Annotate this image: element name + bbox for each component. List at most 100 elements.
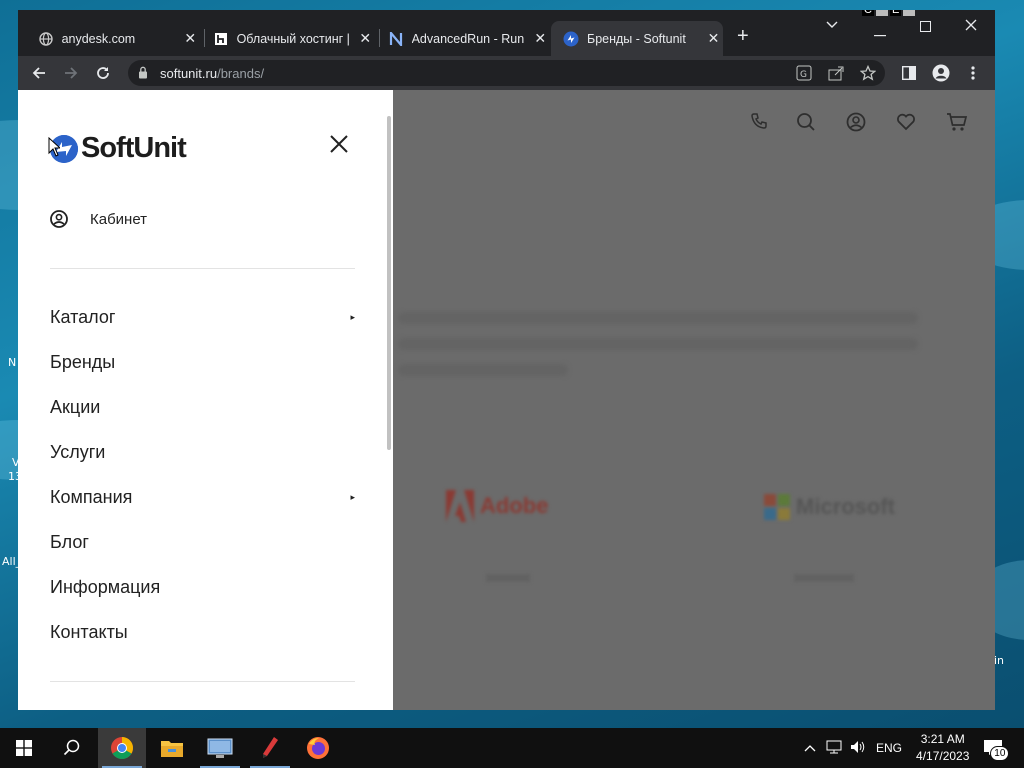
blurred-text-line (398, 364, 568, 376)
taskbar-app[interactable] (196, 728, 244, 768)
brand-logo-microsoft[interactable]: Microsoft (764, 494, 895, 520)
share-icon[interactable] (828, 65, 844, 84)
tab-hosting[interactable]: Облачный хостинг | ✕ (201, 21, 375, 56)
taskbar-app[interactable] (294, 728, 342, 768)
clock-date: 4/17/2023 (916, 749, 970, 763)
close-menu-icon[interactable] (329, 134, 349, 154)
brand-logo-adobe[interactable]: Adobe (446, 490, 548, 522)
address-bar[interactable]: softunit.ru/brands/ G (128, 60, 885, 86)
overlay-letter: E (889, 10, 902, 16)
forward-icon[interactable] (60, 62, 82, 84)
tab-title: anydesk.com (61, 31, 136, 46)
tab-strip: anydesk.com ✕ Облачный хостинг | ✕ Advan… (18, 10, 995, 56)
menu-kebab-icon[interactable] (962, 62, 984, 84)
softunit-icon (563, 31, 579, 47)
search-button[interactable] (48, 728, 96, 768)
user-circle-icon (50, 210, 68, 228)
n-logo-icon (388, 31, 404, 47)
menu-item-services[interactable]: Услуги (50, 439, 355, 465)
menu-item-label: Акции (50, 396, 101, 417)
clock[interactable]: 3:21 AM 4/17/2023 (916, 731, 969, 765)
desktop-text-fragment: N (8, 356, 17, 369)
cabinet-link[interactable]: Кабинет (50, 210, 147, 228)
lock-icon (138, 66, 148, 84)
overlay-indicator: C E (862, 10, 916, 16)
blurred-text-line (398, 338, 918, 350)
firefox-icon (307, 737, 329, 759)
browser-window: anydesk.com ✕ Облачный хостинг | ✕ Advan… (18, 10, 995, 710)
tab-advancedrun[interactable]: AdvancedRun - Run ✕ (376, 21, 550, 56)
adobe-icon (446, 490, 474, 522)
cart-icon[interactable] (946, 112, 968, 137)
svg-text:G: G (800, 70, 807, 80)
url-host: softunit.ru (160, 66, 218, 81)
search-icon (63, 739, 80, 756)
menu-item-information[interactable]: Информация (50, 574, 355, 600)
back-icon[interactable] (28, 62, 50, 84)
hosting-icon (213, 31, 229, 47)
logo-text: SoftUnit (81, 132, 187, 164)
menu-item-label: Бренды (50, 351, 116, 372)
brand-caption (486, 574, 530, 582)
minimize-icon[interactable] (874, 24, 886, 40)
menu-item-brands[interactable]: Бренды (50, 349, 355, 375)
heart-icon[interactable] (896, 112, 916, 137)
site-logo[interactable]: SoftUnit (50, 132, 187, 165)
overlay-letter: C (862, 10, 874, 16)
taskbar-app[interactable] (148, 728, 196, 768)
side-panel-icon[interactable] (898, 62, 920, 84)
divider (50, 268, 355, 269)
submenu-arrow-icon: ▸ (350, 311, 355, 322)
translate-icon[interactable]: G (796, 65, 812, 84)
close-tab-icon[interactable]: ✕ (531, 30, 550, 47)
menu-item-label: Услуги (50, 441, 106, 462)
search-icon[interactable] (796, 112, 816, 137)
menu-item-label: Информация (50, 576, 161, 597)
close-tab-icon[interactable]: ✕ (181, 30, 200, 47)
volume-icon[interactable] (850, 740, 866, 757)
reload-icon[interactable] (92, 62, 114, 84)
close-tab-icon[interactable]: ✕ (356, 30, 375, 47)
tab-search-icon[interactable] (826, 16, 838, 32)
menu-item-contacts[interactable]: Контакты (50, 619, 355, 645)
notifications-icon[interactable]: 10 (983, 739, 1010, 761)
chevron-up-icon[interactable] (804, 741, 816, 755)
tab-title: Облачный хостинг | (236, 31, 350, 46)
new-tab-button[interactable]: + (737, 25, 749, 48)
account-icon[interactable] (846, 112, 866, 137)
start-button[interactable] (0, 728, 48, 768)
menu-item-promotions[interactable]: Акции (50, 394, 355, 420)
desktop-text-fragment: in (994, 654, 1005, 667)
tab-anydesk[interactable]: anydesk.com ✕ (26, 21, 200, 56)
drawer-scrollbar[interactable] (387, 116, 391, 450)
menu-item-label: Каталог (50, 306, 116, 327)
close-window-icon[interactable] (965, 18, 977, 34)
taskbar: ENG 3:21 AM 4/17/2023 10 (0, 728, 1024, 768)
brand-name: Adobe (480, 493, 549, 518)
blurred-text-line (398, 312, 918, 324)
phone-icon[interactable] (750, 112, 768, 135)
network-icon[interactable] (826, 740, 842, 757)
tab-title: Бренды - Softunit (587, 31, 686, 46)
maximize-icon[interactable] (920, 19, 931, 35)
taskbar-app[interactable] (98, 728, 146, 768)
mouse-cursor-icon (48, 137, 60, 157)
url-text: softunit.ru/brands/ (160, 66, 264, 81)
profile-icon[interactable] (930, 62, 952, 84)
tab-softunit[interactable]: Бренды - Softunit ✕ (551, 21, 723, 56)
menu-item-blog[interactable]: Блог (50, 529, 355, 555)
taskbar-app[interactable] (246, 728, 294, 768)
menu-item-catalog[interactable]: Каталог ▸ (50, 304, 355, 330)
pen-app-icon (263, 737, 278, 758)
browser-toolbar: softunit.ru/brands/ G (18, 56, 995, 90)
chrome-icon (111, 737, 133, 759)
system-tray: ENG 3:21 AM 4/17/2023 10 (804, 728, 1010, 768)
remote-desktop-icon (207, 738, 233, 758)
close-tab-icon[interactable]: ✕ (704, 30, 723, 47)
overlay-square-icon (903, 10, 916, 16)
language-indicator[interactable]: ENG (876, 741, 902, 755)
bookmark-star-icon[interactable] (859, 64, 877, 84)
divider (50, 681, 355, 682)
side-menu-drawer: SoftUnit Кабинет Каталог ▸ Бренды Акции (18, 90, 393, 710)
menu-item-company[interactable]: Компания ▸ (50, 484, 355, 510)
